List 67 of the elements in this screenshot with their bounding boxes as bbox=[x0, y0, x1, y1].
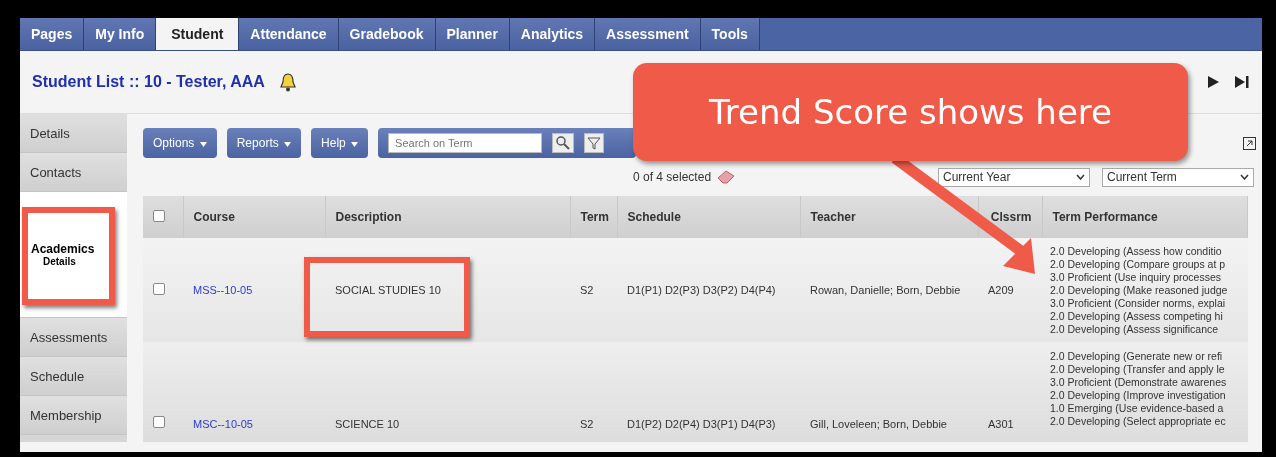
table-cell: Rowan, Danielle; Born, Debbie bbox=[810, 284, 961, 296]
column-header[interactable]: Schedule bbox=[627, 210, 681, 224]
nav-tab[interactable]: Gradebook bbox=[338, 18, 436, 50]
performance-line: 2.0 Developing (Transfer and apply le bbox=[1050, 363, 1226, 376]
column-header[interactable]: Course bbox=[193, 210, 235, 224]
page-title: Student List :: 10 - Tester, AAA bbox=[32, 73, 265, 91]
table-cell: D1(P1) D2(P3) D3(P2) D4(P4) bbox=[627, 284, 776, 296]
next-icon[interactable] bbox=[1206, 75, 1220, 89]
nav-tab[interactable]: Student bbox=[156, 18, 240, 50]
caret-icon bbox=[351, 142, 359, 147]
last-page-icon[interactable] bbox=[1234, 75, 1250, 89]
column-header[interactable]: Term Performance bbox=[1052, 210, 1158, 224]
nav-tab[interactable]: Attendance bbox=[239, 18, 339, 50]
search-icon[interactable] bbox=[552, 133, 575, 153]
filter-dropdown[interactable]: Current Term bbox=[1102, 167, 1254, 187]
performance-line: 2.0 Developing (Assess significance bbox=[1050, 322, 1220, 336]
table-cell: A301 bbox=[988, 418, 1014, 430]
row-checkbox[interactable] bbox=[153, 283, 165, 295]
nav-tab[interactable]: My Info bbox=[84, 18, 157, 50]
caret-icon bbox=[199, 142, 207, 147]
table-cell: D1(P2) D2(P4) D3(P1) D4(P3) bbox=[627, 418, 776, 430]
sidebar-item[interactable]: Assessments bbox=[20, 318, 127, 357]
performance-line: 2.0 Developing (Compare groups at p bbox=[1050, 257, 1227, 271]
nav-tab[interactable]: Assessment bbox=[595, 18, 701, 50]
sidebar-item[interactable]: Details bbox=[20, 114, 127, 153]
performance-line: 1.0 Emerging (Use evidence-based a bbox=[1050, 402, 1225, 415]
chevron-icon bbox=[1076, 174, 1085, 180]
menu-button[interactable]: Help bbox=[311, 128, 369, 158]
sidebar-item[interactable]: Membership bbox=[20, 396, 127, 435]
filter-icon[interactable] bbox=[584, 133, 605, 153]
performance-line: 2.0 Developing (Improve investigation bbox=[1050, 389, 1227, 402]
callout-label: Trend Score shows here bbox=[633, 63, 1188, 161]
menu-button[interactable]: Options bbox=[143, 128, 217, 158]
table-cell: A209 bbox=[988, 284, 1014, 296]
performance-line: 3.0 Proficient (Consider norms, explai bbox=[1050, 296, 1227, 310]
performance-line: 3.0 Proficient (Use inquiry processes bbox=[1050, 270, 1222, 284]
performance-line: 2.0 Developing (Generate new or refi bbox=[1050, 350, 1224, 363]
performance-line: 2.0 Developing (Assess how conditio bbox=[1050, 244, 1223, 258]
menu-button[interactable]: Reports bbox=[226, 128, 302, 158]
chevron-icon bbox=[1240, 174, 1249, 180]
nav-tab[interactable]: Pages bbox=[20, 18, 85, 50]
table-cell: SCIENCE 10 bbox=[335, 418, 400, 430]
nav-tab[interactable]: Tools bbox=[700, 18, 760, 50]
performance-line: 3.0 Proficient (Demonstrate awarenes bbox=[1050, 376, 1228, 389]
table-cell: SOCIAL STUDIES 10 bbox=[335, 284, 441, 296]
course-link[interactable]: MSC--10-05 bbox=[193, 418, 253, 430]
column-header[interactable]: Teacher bbox=[810, 210, 856, 224]
search-field[interactable]: Search on Term bbox=[388, 133, 543, 153]
performance-line: 2.0 Developing (Select appropriate ec bbox=[1050, 415, 1227, 428]
performance-line: 2.0 Developing (Make reasoned judge bbox=[1050, 283, 1229, 297]
course-link[interactable]: MSS--10-05 bbox=[193, 284, 253, 296]
table-cell: Gill, Loveleen; Born, Debbie bbox=[810, 418, 947, 430]
table-cell: S2 bbox=[580, 418, 594, 430]
select-all-checkbox[interactable] bbox=[153, 209, 165, 222]
nav-tab[interactable]: Planner bbox=[435, 18, 510, 50]
row-checkbox[interactable] bbox=[153, 416, 165, 428]
filter-dropdown[interactable]: Current Year bbox=[938, 167, 1090, 187]
column-header[interactable]: Description bbox=[335, 210, 402, 224]
table-cell: S2 bbox=[580, 284, 594, 296]
popout-icon[interactable] bbox=[1243, 136, 1256, 150]
bell-icon[interactable] bbox=[278, 72, 297, 92]
nav-tab[interactable]: Analytics bbox=[509, 18, 596, 50]
sidebar-item[interactable]: Contacts bbox=[20, 153, 127, 192]
sidebar-item[interactable]: Schedule bbox=[20, 357, 127, 396]
selection-count: 0 of 4 selected bbox=[633, 170, 712, 184]
caret-icon bbox=[284, 142, 292, 147]
performance-line: 2.0 Developing (Assess competing hi bbox=[1050, 309, 1224, 323]
